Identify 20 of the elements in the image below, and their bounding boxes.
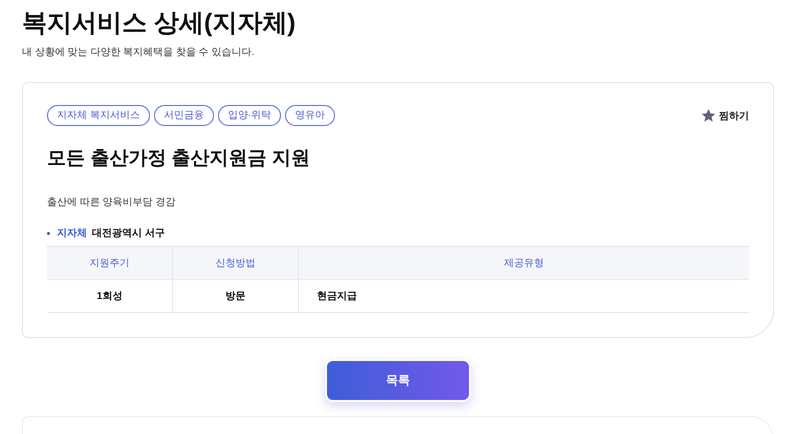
column-header: 지원주기 — [47, 246, 172, 280]
star-icon — [701, 108, 716, 123]
bullet-icon — [47, 232, 50, 234]
category-tag[interactable]: 입양·위탁 — [218, 105, 282, 126]
category-tag[interactable]: 서민금융 — [154, 105, 214, 126]
region-label: 지자체 — [57, 227, 87, 240]
service-description: 출산에 따른 양육비부담 경감 — [47, 196, 176, 210]
service-title: 모든 출산가정 출산지원금 지원 — [47, 147, 311, 171]
page-title: 복지서비스 상세(지자체) — [22, 8, 297, 39]
favorite-button[interactable]: 찜하기 — [701, 108, 749, 123]
list-button[interactable]: 목록 — [325, 359, 471, 402]
category-tag[interactable]: 지자체 복지서비스 — [47, 105, 150, 126]
table-cell: 방문 — [172, 280, 298, 312]
column-header: 제공유형 — [298, 246, 749, 280]
page-subtitle: 내 상황에 맞는 다양한 복지혜택을 찾을 수 있습니다. — [22, 46, 256, 60]
table-cell: 현금지급 — [298, 280, 749, 312]
category-tag[interactable]: 영유아 — [285, 105, 336, 126]
region-value: 대전광역시 서구 — [92, 227, 165, 240]
column-header: 신청방법 — [172, 246, 298, 280]
table-cell: 1회성 — [47, 280, 172, 312]
